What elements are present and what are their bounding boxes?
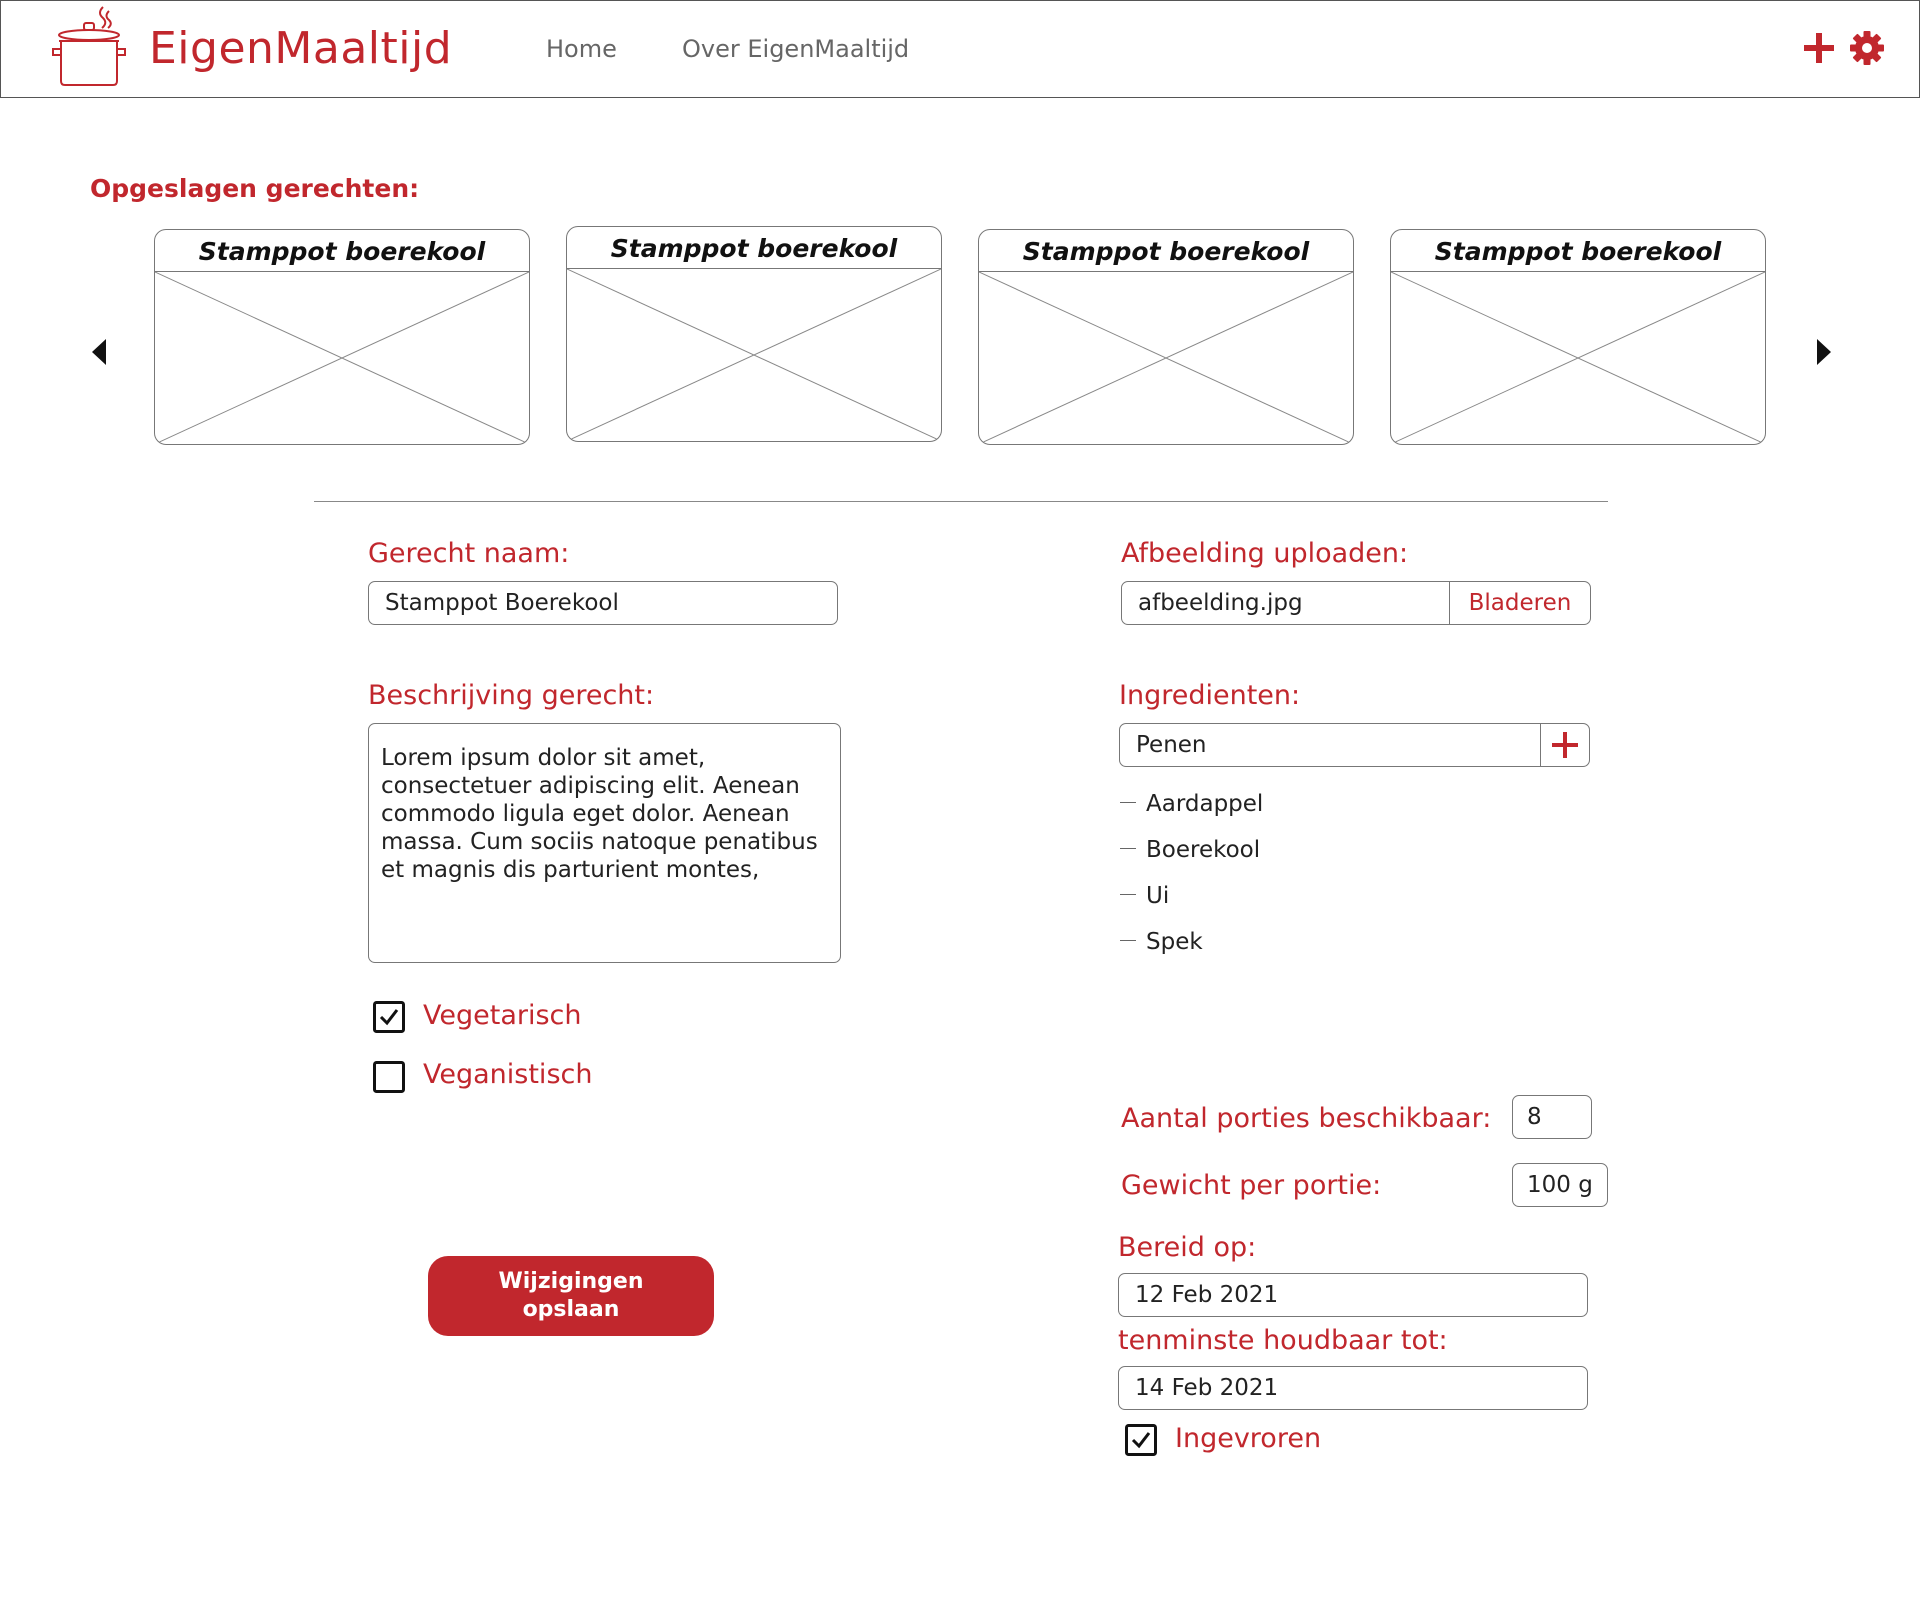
weight-input[interactable]: 100 g	[1512, 1163, 1608, 1207]
cooking-pot-icon	[52, 6, 126, 86]
prepared-date-input[interactable]: 12 Feb 2021	[1118, 1273, 1588, 1317]
description-textarea[interactable]: Lorem ipsum dolor sit amet, consectetuer…	[368, 723, 841, 963]
vegan-label: Veganistisch	[423, 1059, 593, 1090]
ingredient-list-item: Ui	[1120, 883, 1169, 909]
portions-label: Aantal porties beschikbaar:	[1121, 1103, 1492, 1134]
weight-value: 100 g	[1527, 1172, 1593, 1198]
nav-home[interactable]: Home	[546, 35, 617, 63]
image-placeholder-icon	[1391, 272, 1765, 444]
frozen-checkbox[interactable]	[1125, 1424, 1157, 1456]
ingredients-label: Ingredienten:	[1119, 680, 1301, 711]
prepared-date-value: 12 Feb 2021	[1135, 1282, 1279, 1308]
plus-icon	[1552, 732, 1578, 758]
app-logo-text[interactable]: EigenMaaltijd	[149, 23, 452, 74]
dish-name-input[interactable]: Stamppot Boerekool	[368, 581, 838, 625]
image-placeholder-icon	[567, 269, 941, 441]
vegetarian-label: Vegetarisch	[423, 1000, 582, 1031]
image-file-value: afbeelding.jpg	[1138, 590, 1303, 616]
best-before-value: 14 Feb 2021	[1135, 1375, 1279, 1401]
top-navigation-bar: EigenMaaltijd Home Over EigenMaaltijd	[0, 0, 1920, 98]
saved-dish-card[interactable]: Stamppot boerekool	[1390, 229, 1766, 445]
image-placeholder-icon	[979, 272, 1353, 444]
best-before-label: tenminste houdbaar tot:	[1118, 1325, 1448, 1356]
portions-input[interactable]: 8	[1512, 1095, 1592, 1139]
ingredient-list-item: Boerekool	[1120, 837, 1260, 863]
image-upload-field[interactable]: afbeelding.jpg Bladeren	[1121, 581, 1591, 625]
card-title: Stamppot boerekool	[567, 227, 941, 269]
carousel-next-arrow-icon[interactable]	[1813, 337, 1833, 367]
ingredient-input-value: Penen	[1136, 732, 1207, 758]
saved-dish-card[interactable]: Stamppot boerekool	[154, 229, 530, 445]
saved-dish-card[interactable]: Stamppot boerekool	[978, 229, 1354, 445]
ingredient-list-item: Spek	[1120, 929, 1203, 955]
image-placeholder-icon	[155, 272, 529, 444]
description-label: Beschrijving gerecht:	[368, 680, 655, 711]
plus-icon[interactable]	[1801, 30, 1837, 66]
frozen-label: Ingevroren	[1175, 1423, 1322, 1454]
weight-label: Gewicht per portie:	[1121, 1170, 1382, 1201]
add-ingredient-button[interactable]	[1540, 724, 1589, 766]
card-title: Stamppot boerekool	[979, 230, 1353, 272]
saved-dishes-title: Opgeslagen gerechten:	[90, 174, 420, 203]
portions-value: 8	[1527, 1104, 1542, 1130]
carousel-prev-arrow-icon[interactable]	[90, 337, 110, 367]
nav-over-eigenmaaltijd[interactable]: Over EigenMaaltijd	[682, 35, 909, 63]
vegetarian-checkbox[interactable]	[373, 1001, 405, 1033]
card-title: Stamppot boerekool	[155, 230, 529, 272]
ingredient-input[interactable]: Penen	[1119, 723, 1590, 767]
best-before-input[interactable]: 14 Feb 2021	[1118, 1366, 1588, 1410]
dish-name-label: Gerecht naam:	[368, 538, 570, 569]
vegan-checkbox[interactable]	[373, 1061, 405, 1093]
section-divider	[314, 501, 1608, 502]
prepared-date-label: Bereid op:	[1118, 1232, 1257, 1263]
image-upload-label: Afbeelding uploaden:	[1121, 538, 1409, 569]
dish-name-value: Stamppot Boerekool	[385, 590, 619, 616]
saved-dish-card[interactable]: Stamppot boerekool	[566, 226, 942, 442]
save-changes-button[interactable]: Wijzigingen opslaan	[428, 1256, 714, 1336]
gear-icon[interactable]	[1849, 30, 1885, 66]
card-title: Stamppot boerekool	[1391, 230, 1765, 272]
browse-button[interactable]: Bladeren	[1449, 582, 1590, 624]
ingredient-list-item: Aardappel	[1120, 791, 1263, 817]
